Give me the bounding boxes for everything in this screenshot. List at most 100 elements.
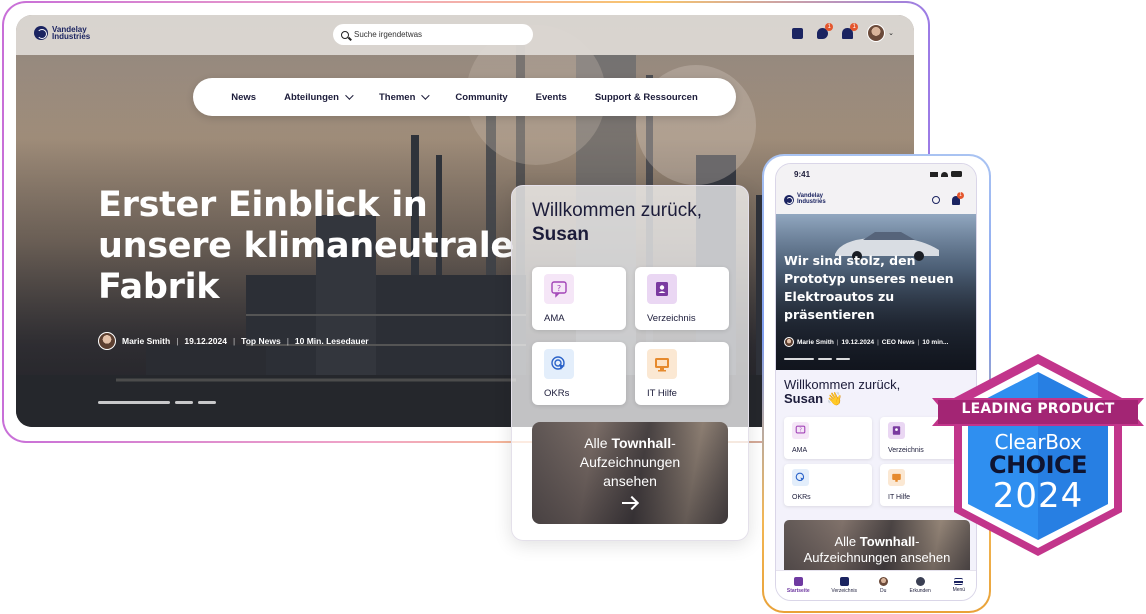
welcome-card: Willkommen zurück, Susan ? AMA Verzeichn…	[511, 185, 749, 541]
greeting-text: Willkommen zurück,	[784, 377, 901, 392]
nav-item-themen[interactable]: Themen	[379, 91, 431, 103]
townhall-line1: Alle Townhall-	[532, 434, 728, 453]
avatar-icon	[878, 577, 888, 586]
meta-separator: |	[176, 336, 179, 346]
quicklink-it-hilfe[interactable]: IT Hilfe	[635, 342, 729, 405]
tab-menu[interactable]: Menü	[953, 578, 965, 593]
mobile-hero[interactable]: Wir sind stolz, den Prototyp unseres neu…	[776, 214, 976, 370]
hero-date: 19.12.2024	[841, 338, 875, 346]
slider-dot-active[interactable]	[98, 401, 170, 404]
mobile-quicklink-okrs[interactable]: OKRs	[784, 464, 872, 506]
meta-separator: |	[286, 336, 289, 346]
hero-author[interactable]: Marie Smith	[122, 336, 170, 346]
tab-verzeichnis[interactable]: Verzeichnis	[831, 577, 857, 594]
tile-label: IT Hilfe	[888, 494, 911, 501]
townhall-bold: Townhall	[611, 435, 672, 451]
quicklink-ama[interactable]: ? AMA	[532, 267, 626, 330]
search-input[interactable]: Suche irgendetwas	[333, 24, 533, 45]
slider-dot-active[interactable]	[784, 358, 814, 360]
brand-logo[interactable]: Vandelay Industries	[784, 193, 841, 205]
slider-dot[interactable]	[175, 401, 193, 404]
brand-name: Vandelay Industries	[797, 193, 826, 205]
chevron-down-icon	[421, 91, 431, 100]
hero-read-time: 10 min...	[922, 338, 949, 346]
nav-label: Support & Ressourcen	[594, 91, 698, 103]
nav-label: Abteilungen	[284, 91, 339, 103]
bell-badge: 1	[850, 22, 859, 31]
tile-label: Verzeichnis	[888, 447, 924, 454]
contacts-icon	[839, 577, 849, 586]
meta-separator: |	[917, 338, 920, 346]
bell-icon[interactable]: 1	[952, 192, 964, 205]
tab-label: Erkunden	[909, 588, 931, 594]
meta-separator: |	[836, 338, 839, 346]
nav-label: News	[231, 91, 257, 103]
tile-label: IT Hilfe	[647, 388, 677, 399]
tile-label: OKRs	[544, 388, 570, 399]
nav-item-news[interactable]: News	[231, 92, 256, 103]
mobile-hero-meta: Marie Smith | 19.12.2024 | CEO News | 10…	[784, 337, 948, 347]
signal-icon	[930, 172, 938, 177]
award-ribbon-text: LEADING PRODUCT	[961, 401, 1115, 417]
tab-du[interactable]: Du	[878, 577, 888, 594]
target-cursor-icon	[792, 469, 809, 486]
tab-label: Du	[880, 588, 887, 594]
compass-icon	[915, 577, 925, 586]
hero-author: Marie Smith	[797, 338, 834, 346]
hero-read-time: 10 Min. Lesedauer	[294, 336, 369, 346]
user-avatar[interactable]	[867, 24, 886, 42]
monitor-icon	[888, 469, 905, 486]
tab-label: Verzeichnis	[831, 588, 857, 594]
header-actions: 1 1 ⌄	[792, 22, 894, 42]
nav-item-abteilungen[interactable]: Abteilungen	[284, 91, 354, 103]
search-icon[interactable]	[932, 196, 940, 204]
contacts-icon[interactable]	[792, 27, 804, 39]
status-icons	[930, 171, 962, 177]
svg-text:?: ?	[557, 284, 561, 293]
welcome-greeting: Willkommen zurück, Susan	[532, 199, 702, 247]
mobile-quicklink-ama[interactable]: ? AMA	[784, 417, 872, 459]
hero-category: CEO News	[881, 338, 915, 346]
author-avatar	[98, 332, 116, 350]
nav-item-support[interactable]: Support & Ressourcen	[595, 92, 698, 103]
svg-text:?: ?	[799, 428, 802, 434]
hero-title[interactable]: Erster Einblick in unsere klimaneutrale …	[98, 185, 518, 308]
tab-startseite[interactable]: Startseite	[787, 577, 810, 594]
user-name: Susan	[532, 224, 590, 245]
chat-icon[interactable]: 1	[817, 22, 834, 39]
quicklink-okrs[interactable]: OKRs	[532, 342, 626, 405]
mobile-slider-dots	[784, 358, 850, 360]
nav-label: Events	[535, 91, 567, 103]
slider-dot[interactable]	[818, 358, 832, 360]
nav-item-events[interactable]: Events	[536, 92, 567, 103]
brand-logo[interactable]: Vandelay Industries	[34, 26, 110, 41]
tile-label: Verzeichnis	[647, 313, 696, 324]
hero-meta: Marie Smith | 19.12.2024 | Top News | 10…	[98, 332, 369, 350]
status-time: 9:41	[794, 170, 811, 179]
slider-dot[interactable]	[836, 358, 850, 360]
townhall-recordings-card[interactable]: Alle Townhall- Aufzeichnungen ansehen	[532, 422, 728, 524]
author-avatar	[784, 337, 794, 347]
bell-badge: 1	[957, 192, 964, 199]
townhall-line3: ansehen	[603, 473, 657, 489]
tab-erkunden[interactable]: Erkunden	[909, 577, 931, 594]
tab-label: Startseite	[786, 588, 810, 594]
wifi-icon	[941, 172, 948, 177]
target-cursor-icon	[544, 349, 574, 379]
meta-separator: |	[877, 338, 879, 346]
contacts-book-icon	[647, 274, 677, 304]
mobile-hero-title: Wir sind stolz, den Prototyp unseres neu…	[784, 253, 954, 322]
search-placeholder: Suche irgendetwas	[354, 30, 423, 39]
bell-icon[interactable]: 1	[842, 22, 859, 39]
hero-category[interactable]: Top News	[241, 336, 281, 346]
globe-logo-icon	[784, 194, 794, 205]
townhall-hyphen: -	[671, 435, 676, 451]
slider-dot[interactable]	[198, 401, 216, 404]
monitor-icon	[647, 349, 677, 379]
quicklink-verzeichnis[interactable]: Verzeichnis	[635, 267, 729, 330]
tile-label: AMA	[792, 447, 808, 454]
chevron-down-icon[interactable]: ⌄	[888, 29, 894, 37]
user-name: Susan	[784, 391, 824, 406]
arrow-right-icon[interactable]	[622, 497, 638, 509]
nav-item-community[interactable]: Community	[455, 92, 507, 103]
